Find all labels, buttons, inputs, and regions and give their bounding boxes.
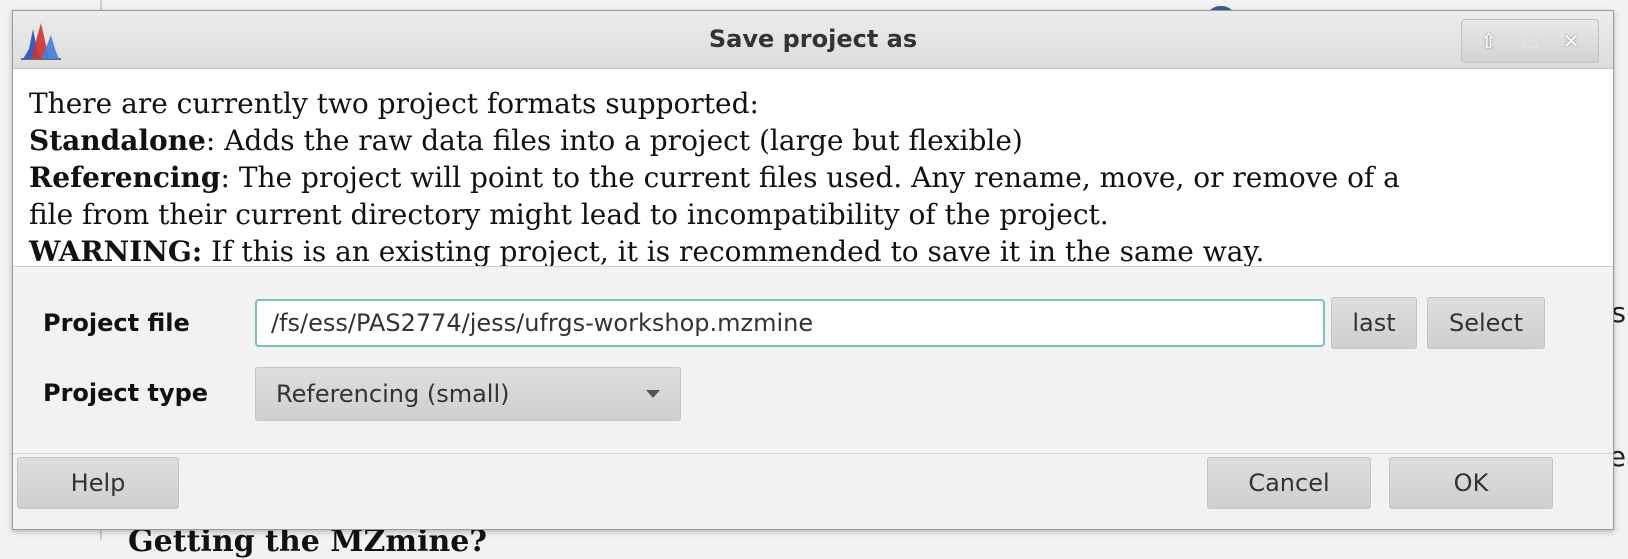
project-type-value: Referencing (small) — [276, 380, 510, 408]
cancel-button[interactable]: Cancel — [1207, 457, 1371, 509]
referencing-term: Referencing — [29, 161, 221, 194]
window-controls: ⇧ ✕ — [1461, 19, 1599, 63]
referencing-description: Referencing: The project will point to t… — [29, 159, 1597, 196]
project-file-row: Project file /fs/ess/PAS2774/jess/ufrgs-… — [43, 297, 1573, 349]
title-bar[interactable]: Save project as ⇧ ✕ — [13, 11, 1613, 69]
intro-text: There are currently two project formats … — [29, 87, 759, 120]
warning-term: WARNING: — [29, 235, 203, 267]
chevron-down-icon — [646, 390, 660, 398]
standalone-text: : Adds the raw data files into a project… — [205, 124, 1023, 157]
project-type-row: Project type Referencing (small) — [43, 367, 1573, 421]
shade-up-icon[interactable]: ⇧ — [1475, 27, 1503, 55]
project-file-label: Project file — [43, 309, 190, 337]
save-project-dialog: Save project as ⇧ ✕ There are currently … — [12, 10, 1614, 530]
close-icon[interactable]: ✕ — [1557, 27, 1585, 55]
project-type-dropdown[interactable]: Referencing (small) — [255, 367, 681, 421]
project-type-label: Project type — [43, 379, 209, 407]
project-file-input[interactable]: /fs/ess/PAS2774/jess/ufrgs-workshop.mzmi… — [255, 299, 1325, 347]
select-button[interactable]: Select — [1427, 297, 1545, 349]
standalone-term: Standalone — [29, 124, 206, 157]
warning-description: WARNING: If this is an existing project,… — [29, 233, 1597, 267]
ok-button[interactable]: OK — [1389, 457, 1553, 509]
maximize-icon[interactable] — [1516, 27, 1544, 55]
referencing-text-continued: file from their current directory might … — [29, 198, 1109, 231]
help-button[interactable]: Help — [17, 457, 179, 509]
window-title: Save project as — [708, 25, 918, 53]
warning-text: If this is an existing project, it is re… — [202, 235, 1265, 267]
format-description: There are currently two project formats … — [13, 69, 1613, 267]
footer-divider — [13, 453, 1613, 454]
referencing-text: : The project will point to the current … — [220, 161, 1400, 194]
standalone-description: Standalone: Adds the raw data files into… — [29, 122, 1597, 159]
last-button[interactable]: last — [1331, 297, 1417, 349]
